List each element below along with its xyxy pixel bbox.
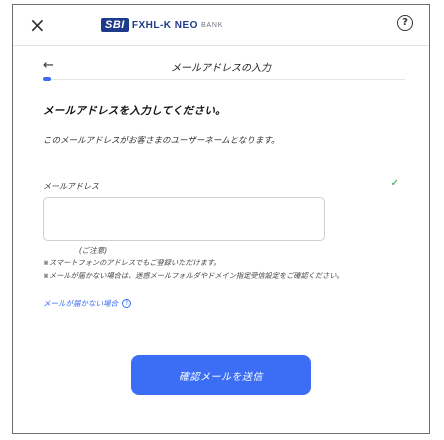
brand-name: FXHL-K NEO <box>131 19 198 31</box>
question-icon: ? <box>122 299 131 308</box>
email-help-link[interactable]: メールが届かない場合 ? <box>43 298 131 309</box>
header-divider <box>13 45 429 46</box>
brand-logo-mark: SBI <box>101 18 129 32</box>
help-icon[interactable]: ? <box>397 15 413 31</box>
form-description: このメールアドレスがお客さまのユーザーネームとなります。 <box>43 136 280 146</box>
notes-list: ※スマートフォンのアドレスでもご登録いただけます。 ※メールが届かない場合は、迷… <box>43 257 403 283</box>
progress-bar <box>43 77 405 81</box>
app-frame: × SBI FXHL-K NEO BANK ? ← メールアドレスの入力 メール… <box>12 4 430 434</box>
check-icon: ✓ <box>390 178 399 189</box>
progress-fill <box>43 77 51 81</box>
email-label: メールアドレス <box>43 182 99 191</box>
send-confirmation-button[interactable]: 確認メールを送信 <box>131 355 311 395</box>
email-help-link-label: メールが届かない場合 <box>43 299 118 308</box>
brand-sub: BANK <box>200 21 224 29</box>
brand-logo: SBI FXHL-K NEO BANK <box>101 18 223 32</box>
form-heading: メールアドレスを入力してください。 <box>43 105 226 117</box>
page-title: メールアドレスの入力 <box>171 63 271 74</box>
progress-track <box>43 78 405 80</box>
notes-title: (ご注意) <box>78 246 108 255</box>
close-icon[interactable]: × <box>29 14 46 36</box>
note-item: ※メールが届かない場合は、迷惑メールフォルダやドメイン指定受信設定をご確認くださ… <box>43 271 344 280</box>
header: × SBI FXHL-K NEO BANK ? <box>13 5 429 45</box>
email-field[interactable] <box>43 197 325 241</box>
note-item: ※スマートフォンのアドレスでもご登録いただけます。 <box>43 258 221 267</box>
